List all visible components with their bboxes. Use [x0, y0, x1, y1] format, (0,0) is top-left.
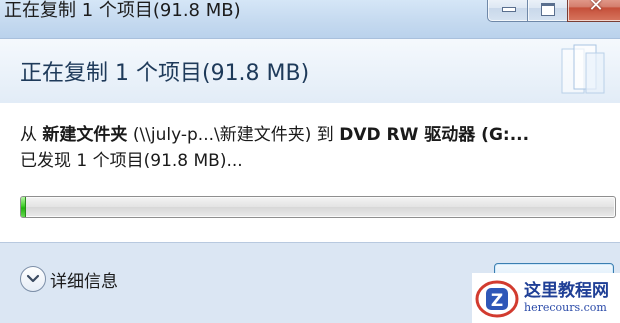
found-status-text: 已发现 1 个项目(91.8 MB)...	[20, 151, 243, 171]
close-icon: ✕	[588, 0, 604, 16]
minimize-icon	[502, 7, 516, 12]
dialog-body: 从 新建文件夹 (\\july-p...\新建文件夹) 到 DVD RW 驱动器…	[0, 103, 620, 242]
more-details-toggle[interactable]: 详细信息	[20, 263, 118, 295]
from-label: 从	[20, 125, 37, 145]
progress-fill	[21, 197, 26, 217]
close-button[interactable]: ✕	[567, 0, 620, 22]
minimize-button[interactable]	[487, 0, 529, 22]
copy-pages-decoration-icon	[561, 44, 605, 94]
site-watermark: Z 这里教程网 herecours.com	[472, 273, 620, 323]
dialog-heading: 正在复制 1 个项目(91.8 MB)	[20, 61, 310, 86]
svg-text:Z: Z	[491, 291, 503, 311]
source-folder-name[interactable]: 新建文件夹	[42, 125, 127, 145]
watermark-logo: Z	[475, 280, 519, 318]
maximize-button[interactable]	[527, 0, 569, 22]
title-bar[interactable]: 正在复制 1 个项目(91.8 MB) ✕	[0, 0, 620, 38]
destination-drive[interactable]: DVD RW 驱动器 (G:...	[339, 125, 529, 145]
maximize-icon	[541, 3, 555, 16]
source-path: (\\july-p...\新建文件夹)	[132, 125, 312, 145]
copy-progress-bar	[20, 196, 616, 218]
watermark-title: 这里教程网	[524, 281, 609, 301]
watermark-url: herecours.com	[524, 301, 607, 314]
copy-dialog-window: 正在复制 1 个项目(91.8 MB) ✕ 正在复制 1 个项目(91.8 MB…	[0, 0, 620, 323]
more-details-label: 详细信息	[50, 271, 118, 292]
chevron-down-icon	[20, 266, 46, 292]
window-title: 正在复制 1 个项目(91.8 MB)	[4, 0, 241, 21]
dialog-header: 正在复制 1 个项目(91.8 MB)	[0, 38, 620, 104]
copy-route-line: 从 新建文件夹 (\\july-p...\新建文件夹) 到 DVD RW 驱动器…	[20, 123, 529, 147]
to-label: 到	[316, 125, 334, 145]
